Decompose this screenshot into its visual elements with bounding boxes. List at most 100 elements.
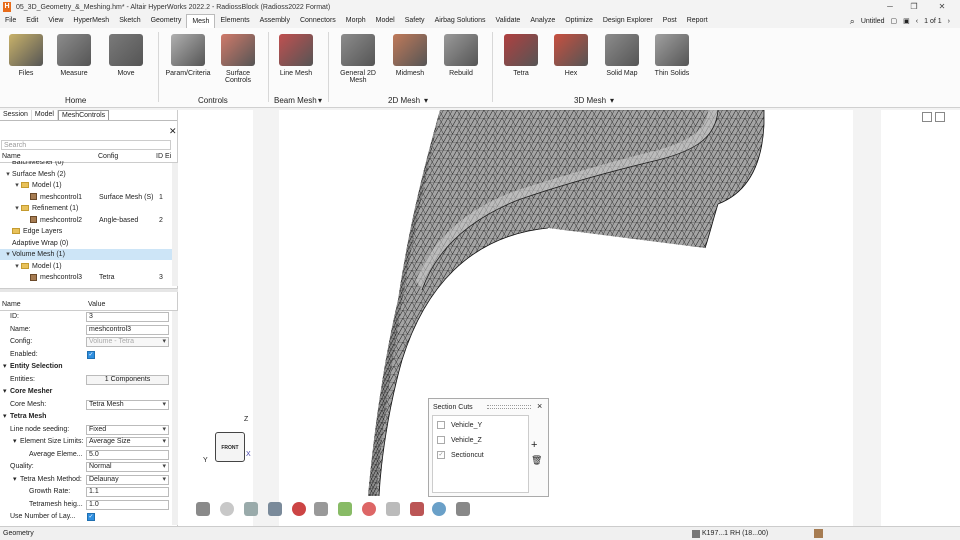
drag-handle[interactable]: [487, 405, 531, 409]
menu-analyze[interactable]: Analyze: [525, 14, 560, 28]
property-value-field[interactable]: Tetra Mesh: [86, 399, 169, 410]
tree-row[interactable]: ▾ Surface Mesh (2): [0, 169, 172, 180]
display-mode-icon[interactable]: [196, 502, 210, 516]
section-arrow-icon[interactable]: ▾: [3, 386, 7, 398]
menu-file[interactable]: File: [0, 14, 21, 28]
expand-arrow-icon[interactable]: ▾: [13, 261, 21, 272]
restore-icon[interactable]: ❐: [904, 0, 924, 14]
menu-elements[interactable]: Elements: [215, 14, 254, 28]
expand-arrow-icon[interactable]: ▾: [4, 169, 12, 180]
group-beam-mesh-arrow[interactable]: ▾: [318, 96, 322, 105]
section-arrow-icon[interactable]: ▾: [3, 361, 7, 373]
ribbon-button-move[interactable]: Move: [100, 34, 152, 77]
zoom-icon[interactable]: [292, 502, 306, 516]
property-value-field[interactable]: 5.0: [86, 449, 169, 460]
fit-view-icon[interactable]: [244, 502, 258, 516]
mask-icon[interactable]: [362, 502, 376, 516]
tree-row[interactable]: meshcontrol1 Surface Mesh (S) 1: [0, 192, 172, 203]
tree-row[interactable]: meshcontrol3 Tetra 3: [0, 272, 172, 283]
close-section-cuts-icon[interactable]: ×: [537, 401, 542, 411]
tree-row[interactable]: ▾ Volume Mesh (1): [0, 249, 172, 260]
view-split-icon[interactable]: [935, 112, 945, 122]
group-3d-mesh-arrow[interactable]: ▾: [610, 96, 614, 105]
new-page-icon[interactable]: ▢: [891, 17, 898, 25]
col-name[interactable]: Name: [2, 153, 21, 160]
status-component[interactable]: K197...1 RH (18...00): [702, 527, 768, 540]
pan-icon[interactable]: [314, 502, 328, 516]
property-value-field[interactable]: Delaunay: [86, 474, 169, 485]
prev-page-icon[interactable]: ‹: [916, 18, 918, 25]
property-value-field[interactable]: 3: [86, 312, 169, 322]
ribbon-button-surface-controls[interactable]: Surface Controls: [212, 34, 264, 84]
section-arrow-icon[interactable]: ▾: [13, 436, 17, 448]
ribbon-button-solid-map[interactable]: Solid Map: [596, 34, 648, 77]
menu-view[interactable]: View: [43, 14, 68, 28]
graphics-viewport[interactable]: [178, 110, 960, 526]
ribbon-button-thin-solids[interactable]: Thin Solids: [646, 34, 698, 77]
property-value-field[interactable]: Fixed: [86, 424, 169, 435]
property-value-field[interactable]: Average Size: [86, 437, 169, 447]
ribbon-button-general-2d-mesh[interactable]: General 2D Mesh: [332, 34, 384, 84]
section-cut-icon[interactable]: [432, 502, 446, 516]
menu-mesh[interactable]: Mesh: [186, 14, 216, 28]
search-input[interactable]: Search: [1, 140, 171, 150]
expand-arrow-icon[interactable]: ▾: [13, 203, 21, 214]
view-layout-icon[interactable]: [922, 112, 932, 122]
tree-row[interactable]: Edge Layers: [0, 226, 172, 237]
tree-row[interactable]: meshcontrol2 Angle-based 2: [0, 215, 172, 226]
menu-connectors[interactable]: Connectors: [295, 14, 341, 28]
mesh-status-icon[interactable]: [814, 529, 823, 538]
property-checkbox[interactable]: ✓: [87, 513, 95, 521]
expand-arrow-icon[interactable]: ▾: [4, 249, 12, 260]
section-cut-checkbox[interactable]: [437, 436, 445, 445]
ribbon-button-hex[interactable]: Hex: [545, 34, 597, 77]
tree-row[interactable]: BatchMesher (0): [0, 161, 172, 168]
menu-model[interactable]: Model: [371, 14, 400, 28]
menu-edit[interactable]: Edit: [21, 14, 43, 28]
group-2d-mesh-arrow[interactable]: ▾: [424, 96, 428, 105]
menu-airbag-solutions[interactable]: Airbag Solutions: [430, 14, 491, 28]
menu-report[interactable]: Report: [682, 14, 713, 28]
lock-icon[interactable]: [456, 502, 470, 516]
minimize-icon[interactable]: ─: [880, 0, 900, 14]
rotate-icon[interactable]: [268, 502, 282, 516]
menu-geometry[interactable]: Geometry: [146, 14, 187, 28]
property-value-field[interactable]: Normal: [86, 462, 169, 472]
ribbon-button-param-criteria[interactable]: Param/Criteria: [162, 34, 214, 77]
menu-sketch[interactable]: Sketch: [114, 14, 145, 28]
tree-row[interactable]: ▾ Model (1): [0, 261, 172, 272]
menu-safety[interactable]: Safety: [400, 14, 430, 28]
isolate-icon[interactable]: [338, 502, 352, 516]
section-cut-checkbox[interactable]: ✓: [437, 451, 445, 460]
next-page-icon[interactable]: ›: [948, 18, 950, 25]
delete-section-cut-icon[interactable]: 🗑: [531, 455, 542, 466]
ribbon-button-files[interactable]: Files: [0, 34, 52, 77]
tab-meshcontrols[interactable]: MeshControls: [57, 110, 110, 120]
ribbon-button-midmesh[interactable]: Midmesh: [384, 34, 436, 77]
menu-validate[interactable]: Validate: [491, 14, 526, 28]
ribbon-button-rebuild[interactable]: Rebuild: [435, 34, 487, 77]
ribbon-button-tetra[interactable]: Tetra: [495, 34, 547, 77]
menu-post[interactable]: Post: [658, 14, 682, 28]
ribbon-button-line-mesh[interactable]: Line Mesh: [270, 34, 322, 77]
entities-button[interactable]: 1 Components: [86, 374, 169, 385]
section-cut-item[interactable]: Vehicle_Z: [437, 435, 482, 447]
menu-optimize[interactable]: Optimize: [560, 14, 598, 28]
property-value-field[interactable]: 1.0: [86, 499, 169, 510]
panel-splitter[interactable]: [0, 288, 178, 292]
tab-model[interactable]: Model: [32, 110, 58, 120]
tree-row[interactable]: Adaptive Wrap (0): [0, 238, 172, 249]
col-ei[interactable]: Ei: [165, 153, 171, 160]
property-checkbox[interactable]: ✓: [87, 350, 95, 359]
session-name[interactable]: Untitled: [861, 18, 885, 25]
add-section-cut-icon[interactable]: +: [531, 439, 537, 451]
section-arrow-icon[interactable]: ▾: [13, 474, 17, 486]
col-config[interactable]: Config: [98, 153, 118, 160]
ribbon-button-measure[interactable]: Measure: [48, 34, 100, 77]
property-value-field[interactable]: 1.1: [86, 487, 169, 497]
section-cut-item[interactable]: Vehicle_Y: [437, 420, 482, 432]
delete-page-icon[interactable]: ▣: [903, 17, 910, 25]
axis-icon[interactable]: [386, 502, 400, 516]
find-icon[interactable]: [410, 502, 424, 516]
section-cut-checkbox[interactable]: [437, 421, 445, 430]
